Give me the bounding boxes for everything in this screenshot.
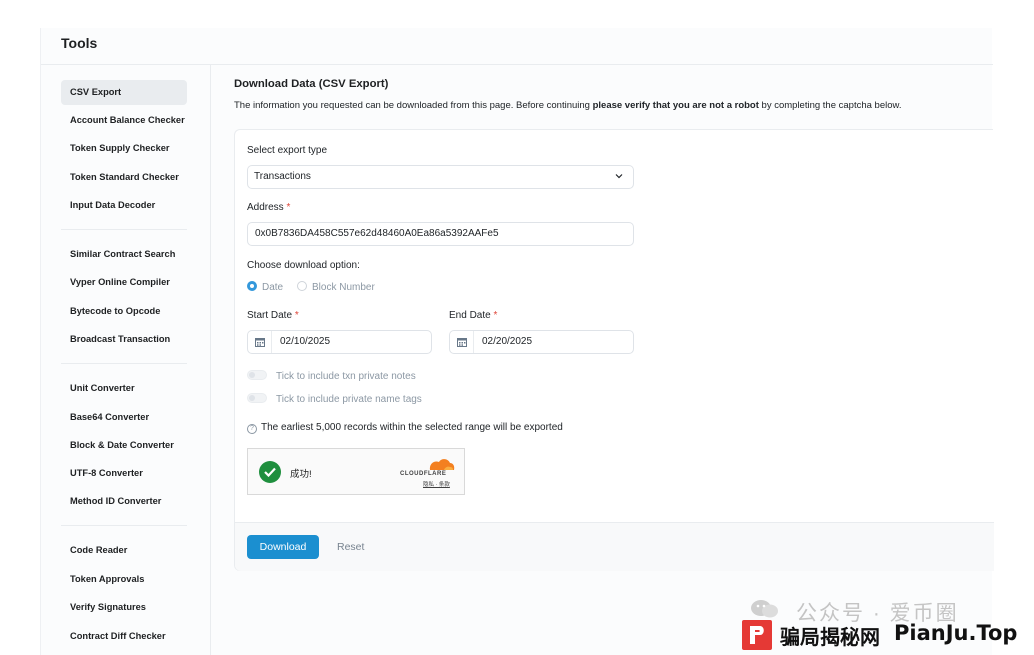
chevron-down-icon — [615, 174, 623, 179]
site-logo-icon — [742, 620, 772, 650]
required-mark: * — [493, 310, 498, 321]
tools-panel: Tools CSV Export Account Balance Checker… — [40, 28, 994, 655]
start-date-input[interactable]: 02/10/2025 — [247, 330, 432, 354]
description-emphasis: please verify that you are not a robot — [592, 100, 759, 111]
radio-block-label: Block Number — [312, 282, 375, 293]
end-date-value: 02/20/2025 — [482, 336, 533, 347]
end-date-label: End Date * — [449, 310, 497, 321]
export-type-label: Select export type — [247, 145, 328, 156]
sidebar-item-contract-diff-checker[interactable]: Contract Diff Checker — [61, 624, 187, 649]
start-date-label-text: Start Date — [247, 310, 293, 321]
records-note: ? The earliest 5,000 records within the s… — [247, 422, 563, 434]
sidebar-divider — [61, 363, 187, 364]
export-type-select[interactable]: Transactions — [247, 165, 634, 189]
toggle-switch — [247, 370, 267, 380]
watermark-en-text: PianJu.Top — [894, 621, 1018, 645]
sidebar-item-input-data-decoder[interactable]: Input Data Decoder — [61, 193, 187, 218]
export-type-value: Transactions — [254, 171, 311, 182]
sidebar-item-vyper-online-compiler[interactable]: Vyper Online Compiler — [61, 270, 187, 295]
radio-unselected-indicator — [297, 281, 307, 291]
sidebar-item-token-supply-checker[interactable]: Token Supply Checker — [61, 136, 187, 161]
captcha-privacy-terms-link[interactable]: 隐私 · 条款 — [423, 480, 450, 488]
address-label: Address * — [247, 202, 290, 213]
end-date-input[interactable]: 02/20/2025 — [449, 330, 634, 354]
sidebar-item-token-approvals[interactable]: Token Approvals — [61, 567, 187, 592]
section-title: Download Data (CSV Export) — [234, 78, 389, 90]
toggle-switch — [247, 393, 267, 403]
sidebar-item-method-id-converter[interactable]: Method ID Converter — [61, 489, 187, 514]
sidebar-item-similar-contract-search[interactable]: Similar Contract Search — [61, 242, 187, 267]
sidebar-item-code-reader[interactable]: Code Reader — [61, 538, 187, 563]
radio-date[interactable]: Date — [247, 281, 283, 295]
sidebar-item-bytecode-to-opcode[interactable]: Bytecode to Opcode — [61, 299, 187, 324]
address-input[interactable]: 0x0B7836DA458C557e62d48460A0Ea86a5392AAF… — [247, 222, 634, 246]
address-label-text: Address — [247, 202, 284, 213]
sidebar-divider — [61, 229, 187, 230]
sidebar-item-block-date-converter[interactable]: Block & Date Converter — [61, 433, 187, 458]
toggle-private-tags-label: Tick to include private name tags — [276, 394, 422, 405]
reset-button[interactable]: Reset — [337, 535, 364, 559]
calendar-icon — [248, 331, 272, 353]
sidebar-item-utf8-converter[interactable]: UTF-8 Converter — [61, 461, 187, 486]
start-date-label: Start Date * — [247, 310, 299, 321]
sidebar-item-token-standard-checker[interactable]: Token Standard Checker — [61, 165, 187, 190]
sidebar-item-csv-export[interactable]: CSV Export — [61, 80, 187, 105]
cloudflare-cloud-icon — [429, 459, 455, 470]
description-text: The information you requested can be dow… — [234, 100, 593, 111]
start-date-value: 02/10/2025 — [280, 336, 331, 347]
sidebar-divider — [61, 525, 187, 526]
radio-date-label: Date — [262, 282, 284, 293]
radio-selected-indicator — [247, 281, 257, 291]
captcha-widget[interactable]: 成功! CLOUDFLARE 隐私 · 条款 — [247, 448, 465, 495]
section-description: The information you requested can be dow… — [234, 100, 901, 111]
toggle-private-notes[interactable]: Tick to include txn private notes — [247, 370, 416, 384]
required-mark: * — [294, 310, 299, 321]
sidebar-item-verify-signatures[interactable]: Verify Signatures — [61, 595, 187, 620]
question-circle-icon: ? — [247, 424, 257, 434]
watermark-cn-text: 骗局揭秘网 — [780, 627, 880, 649]
sidebar-item-unit-converter[interactable]: Unit Converter — [61, 376, 187, 401]
toggle-private-tags[interactable]: Tick to include private name tags — [247, 393, 422, 407]
calendar-icon — [450, 331, 474, 353]
cloudflare-wordmark: CLOUDFLARE — [400, 471, 447, 477]
panel-header: Tools — [41, 28, 993, 65]
sidebar-item-account-balance-checker[interactable]: Account Balance Checker — [61, 108, 187, 133]
download-button[interactable]: Download — [247, 535, 319, 559]
sidebar-item-broadcast-transaction[interactable]: Broadcast Transaction — [61, 327, 187, 352]
radio-block-number[interactable]: Block Number — [297, 281, 375, 295]
required-mark: * — [286, 202, 291, 213]
captcha-status: 成功! — [290, 469, 312, 480]
download-option-label: Choose download option: — [247, 260, 360, 271]
tools-sidebar: CSV Export Account Balance Checker Token… — [41, 65, 211, 655]
description-text-end: by completing the captcha below. — [758, 100, 902, 111]
export-form-card: Select export type Transactions Address … — [234, 129, 994, 571]
sidebar-item-base64-converter[interactable]: Base64 Converter — [61, 405, 187, 430]
page-title: Tools — [61, 35, 98, 51]
end-date-label-text: End Date — [449, 310, 491, 321]
records-note-text: The earliest 5,000 records within the se… — [261, 422, 563, 433]
wechat-icon — [751, 600, 778, 618]
toggle-private-notes-label: Tick to include txn private notes — [276, 371, 416, 382]
success-check-icon — [259, 461, 281, 483]
